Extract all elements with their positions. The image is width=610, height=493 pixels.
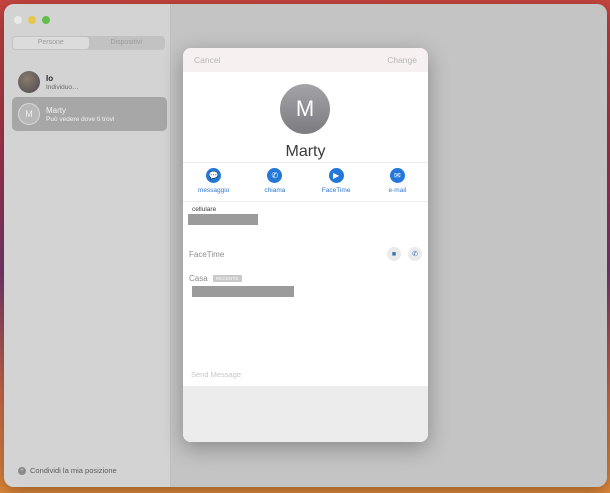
- phone-icon[interactable]: ✆: [408, 247, 422, 261]
- cancel-button[interactable]: Cancel: [194, 55, 220, 65]
- action-messaggio[interactable]: 💬 messaggio: [183, 163, 244, 201]
- action-label: messaggio: [197, 187, 230, 194]
- sidebar-tabs: Persone Dispositivi: [12, 36, 165, 50]
- share-location-label: Condividi la mia posizione: [30, 466, 117, 475]
- change-button[interactable]: Change: [387, 55, 417, 65]
- address-label: Casa: [189, 274, 208, 283]
- action-chiama[interactable]: ✆ chiama: [244, 163, 305, 201]
- card-toolbar: Cancel Change: [183, 48, 428, 72]
- recent-badge: RECENTE: [212, 275, 242, 282]
- envelope-icon: ✉: [389, 168, 405, 183]
- send-message-field[interactable]: Send Message: [191, 370, 241, 379]
- facetime-label: FaceTime: [189, 249, 225, 259]
- contact-name: Marty: [285, 143, 326, 160]
- action-label: FaceTime: [321, 187, 351, 194]
- action-label: chiama: [264, 187, 286, 194]
- plus-icon: +: [18, 466, 26, 475]
- facetime-row: FaceTime ■ ✆: [189, 247, 422, 261]
- avatar: M: [18, 103, 40, 125]
- zoom-window-button[interactable]: [42, 16, 50, 24]
- share-location-button[interactable]: + Condividi la mia posizione: [18, 466, 117, 475]
- phone-label: cellulare: [192, 206, 217, 213]
- person-subtitle: Individuo…: [46, 83, 79, 91]
- message-bubble-icon: 💬: [206, 168, 222, 183]
- address-row: Casa RECENTE: [189, 274, 242, 283]
- person-name: Io: [46, 73, 54, 83]
- tab-persone[interactable]: Persone: [13, 37, 89, 49]
- avatar: [18, 71, 40, 93]
- action-email[interactable]: ✉ e-mail: [367, 163, 428, 201]
- contact-actions: 💬 messaggio ✆ chiama ▶ FaceTime ✉ e-mail: [183, 162, 428, 202]
- video-camera-icon: ▶: [328, 168, 344, 183]
- minimize-window-button[interactable]: [28, 16, 36, 24]
- contact-card: Cancel Change M Marty 💬 messaggio ✆ chia…: [183, 48, 428, 442]
- tab-dispositivi[interactable]: Dispositivi: [89, 37, 165, 49]
- contact-avatar: M: [280, 84, 330, 134]
- close-window-button[interactable]: [14, 16, 22, 24]
- action-label: e-mail: [388, 187, 407, 194]
- video-camera-icon[interactable]: ■: [387, 247, 401, 261]
- person-name: Marty: [46, 105, 66, 115]
- redacted-address[interactable]: [192, 286, 294, 297]
- sidebar: Persone Dispositivi Io Individuo… M Mart…: [4, 4, 171, 487]
- window-controls: [14, 16, 50, 24]
- card-footer: [183, 386, 428, 442]
- phone-icon: ✆: [267, 168, 283, 183]
- sidebar-item-marty[interactable]: M Marty Può vedere dove ti trovi: [12, 97, 167, 131]
- sidebar-item-io[interactable]: Io Individuo…: [12, 65, 167, 99]
- action-facetime[interactable]: ▶ FaceTime: [306, 163, 367, 201]
- redacted-phone-number[interactable]: [188, 214, 258, 225]
- person-subtitle: Può vedere dove ti trovi: [46, 115, 115, 123]
